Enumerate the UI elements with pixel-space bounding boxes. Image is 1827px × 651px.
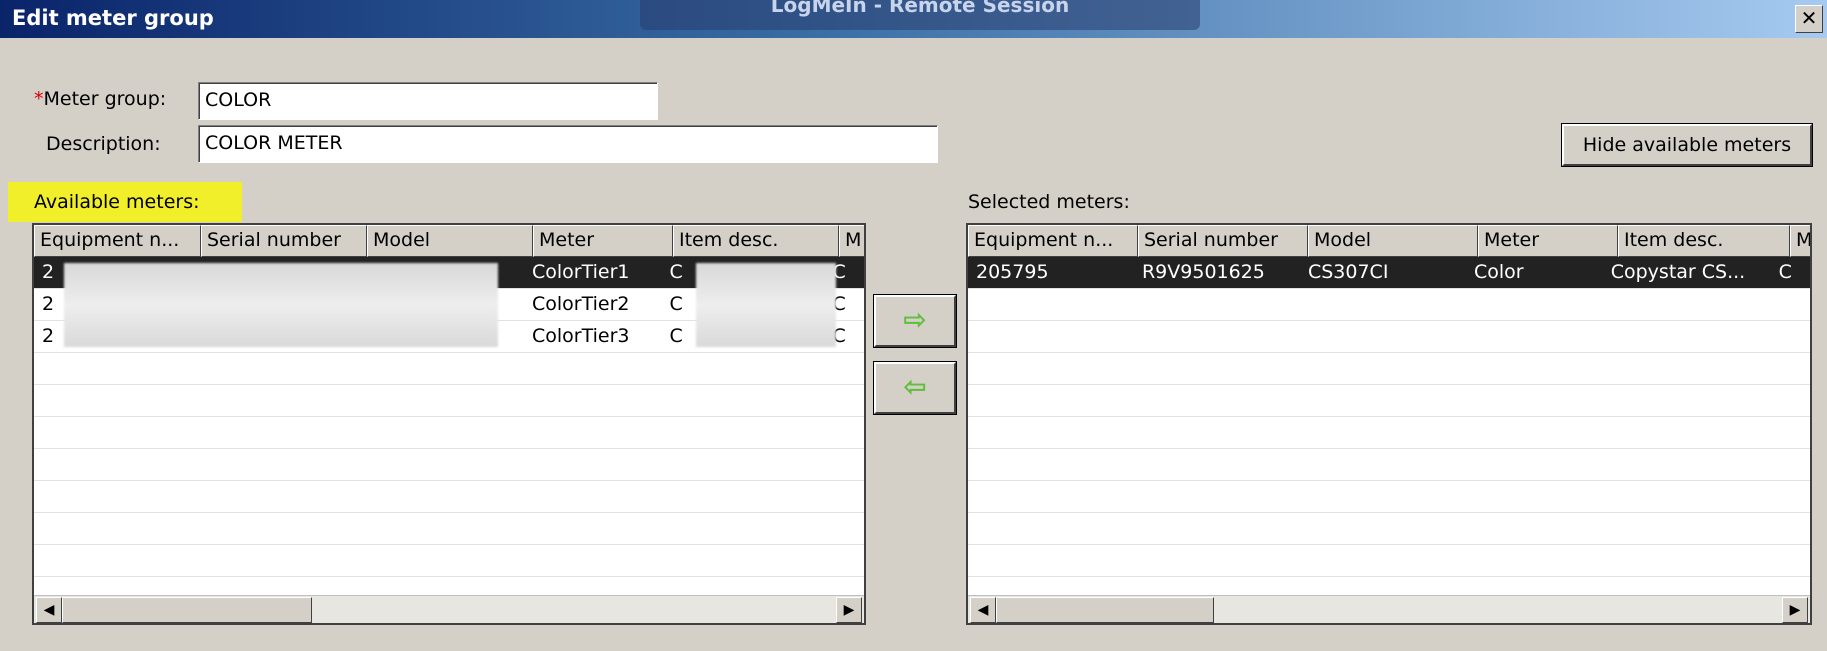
description-label: Description:: [46, 133, 161, 155]
available-grid-header: Equipment n... Serial number Model Meter…: [34, 225, 864, 257]
empty-row: [968, 513, 1810, 545]
column-header-meter[interactable]: Meter: [1478, 225, 1618, 257]
redacted-region: [696, 263, 836, 347]
empty-row: [968, 417, 1810, 449]
empty-row: [968, 545, 1810, 577]
available-horizontal-scrollbar[interactable]: ◀ ▶: [34, 595, 864, 623]
cell-meter: Color: [1473, 261, 1524, 283]
hide-available-meters-button[interactable]: Hide available meters: [1561, 123, 1813, 167]
selected-meters-grid[interactable]: Equipment n... Serial number Model Meter…: [966, 223, 1812, 625]
title-bar: Edit meter group LogMeIn - Remote Sessio…: [0, 0, 1827, 38]
column-header-item-desc[interactable]: Item desc.: [1618, 225, 1790, 257]
required-marker: *: [34, 88, 44, 110]
empty-row: [968, 385, 1810, 417]
column-header-serial[interactable]: Serial number: [1138, 225, 1308, 257]
arrow-right-icon: ⇨: [903, 303, 927, 336]
empty-row: [34, 513, 864, 545]
table-row[interactable]: 205795 R9V9501625 CS307CI Color Copystar…: [968, 257, 1810, 289]
empty-row: [34, 417, 864, 449]
cell-meter: ColorTier1: [531, 261, 630, 283]
available-meters-label: Available meters:: [34, 191, 200, 213]
empty-row: [34, 353, 864, 385]
cell-item-desc: Copystar CS...: [1610, 261, 1746, 283]
column-header-model[interactable]: Model: [1308, 225, 1478, 257]
cell-model: CS307CI: [1307, 261, 1389, 283]
scroll-thumb[interactable]: [996, 597, 1214, 623]
empty-row: [34, 449, 864, 481]
arrow-left-icon: ⇦: [903, 370, 927, 403]
scroll-thumb[interactable]: [62, 597, 312, 623]
scroll-left-button[interactable]: ◀: [36, 597, 62, 623]
column-header-m[interactable]: M: [1790, 225, 1810, 257]
scroll-right-button[interactable]: ▶: [1782, 597, 1808, 623]
column-header-equipment[interactable]: Equipment n...: [968, 225, 1138, 257]
column-header-model[interactable]: Model: [367, 225, 533, 257]
cell-serial: R9V9501625: [1141, 261, 1265, 283]
empty-row: [968, 449, 1810, 481]
close-button[interactable]: ✕: [1795, 5, 1823, 33]
empty-row: [34, 545, 864, 577]
available-meters-grid[interactable]: Equipment n... Serial number Model Meter…: [32, 223, 866, 625]
column-header-m[interactable]: M: [839, 225, 864, 257]
selected-grid-header: Equipment n... Serial number Model Meter…: [968, 225, 1810, 257]
cell-m: C: [1778, 261, 1792, 283]
add-meter-button[interactable]: ⇨: [873, 294, 957, 348]
selected-meters-label: Selected meters:: [968, 191, 1130, 213]
empty-row: [34, 481, 864, 513]
column-header-equipment[interactable]: Equipment n...: [34, 225, 201, 257]
empty-row: [34, 385, 864, 417]
empty-row: [968, 353, 1810, 385]
selected-horizontal-scrollbar[interactable]: ◀ ▶: [968, 595, 1810, 623]
remote-session-banner: LogMeIn - Remote Session: [640, 0, 1200, 30]
meter-group-input[interactable]: COLOR: [198, 82, 658, 120]
meter-group-label-text: Meter group:: [43, 88, 167, 110]
cell-equipment: 205795: [976, 261, 1049, 283]
empty-row: [968, 321, 1810, 353]
meter-group-label: *Meter group:: [34, 88, 166, 110]
cell-meter: ColorTier3: [531, 325, 630, 347]
redacted-region: [64, 263, 498, 347]
description-input[interactable]: COLOR METER: [198, 125, 938, 163]
cell-meter: ColorTier2: [531, 293, 630, 315]
column-header-meter[interactable]: Meter: [533, 225, 673, 257]
remove-meter-button[interactable]: ⇦: [873, 361, 957, 415]
window-title: Edit meter group: [12, 6, 214, 30]
scroll-right-button[interactable]: ▶: [836, 597, 862, 623]
column-header-item-desc[interactable]: Item desc.: [673, 225, 839, 257]
column-header-serial[interactable]: Serial number: [201, 225, 367, 257]
empty-row: [968, 289, 1810, 321]
scroll-left-button[interactable]: ◀: [970, 597, 996, 623]
empty-row: [968, 481, 1810, 513]
